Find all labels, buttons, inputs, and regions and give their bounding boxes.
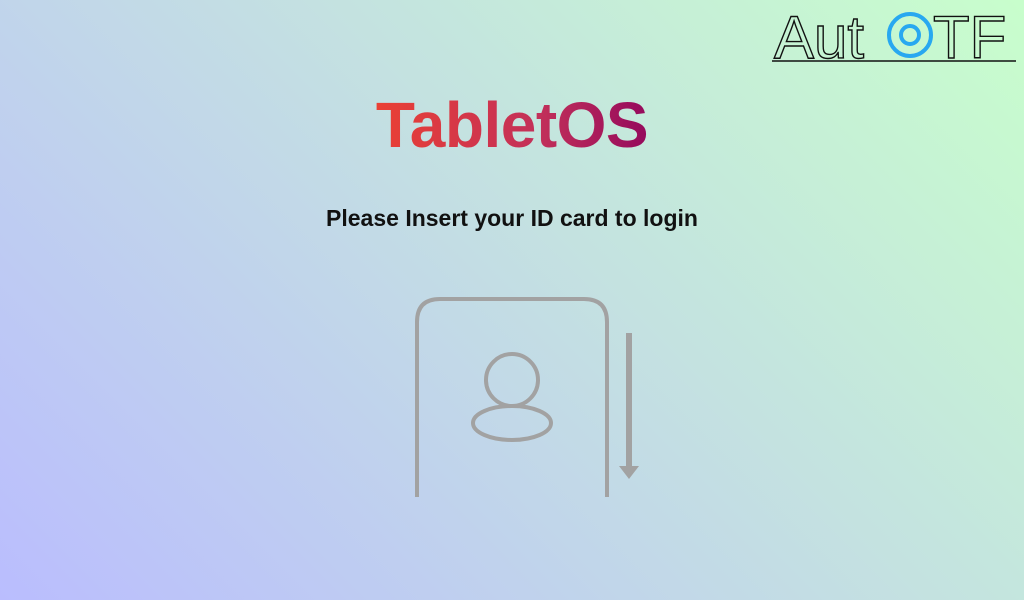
app-title-text: TabletOS <box>375 89 649 161</box>
arrow-down-icon <box>619 333 639 479</box>
app-title: TabletOS <box>0 88 1024 162</box>
autotf-logo-icon: Aut TF <box>772 3 1016 68</box>
id-card-insert-illustration <box>400 290 650 505</box>
target-o-icon <box>887 12 933 58</box>
id-card-insert-icon <box>415 297 639 497</box>
logo-text-left: Aut <box>774 4 864 68</box>
id-card-outline <box>415 297 609 497</box>
user-silhouette-icon <box>471 352 553 442</box>
login-prompt: Please Insert your ID card to login <box>326 205 698 231</box>
logo-text-right: TF <box>933 4 1006 68</box>
brand-logo: Aut TF <box>770 2 1020 68</box>
